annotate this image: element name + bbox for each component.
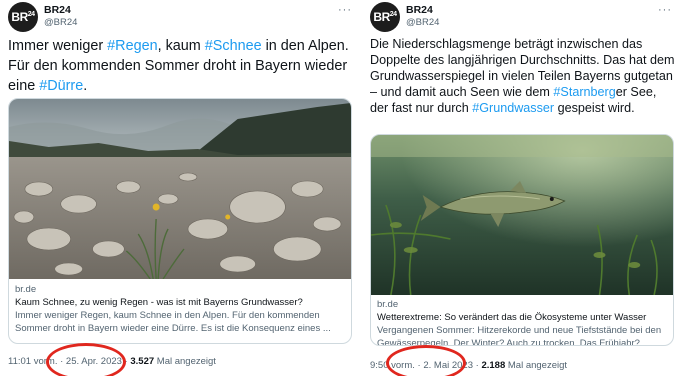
- hashtag-link[interactable]: #Regen: [107, 38, 157, 54]
- tweet-header: BR24 BR24 @BR24 ···: [370, 2, 672, 32]
- hashtag-link[interactable]: #Dürre: [39, 78, 83, 94]
- link-card[interactable]: br.de Kaum Schnee, zu wenig Regen - was …: [8, 98, 352, 344]
- card-title[interactable]: Wetterextreme: So verändert das die Ökos…: [377, 311, 667, 324]
- hashtag-link[interactable]: #Grundwasser: [472, 101, 554, 115]
- link-card[interactable]: br.de Wetterextreme: So verändert das di…: [370, 134, 674, 346]
- card-description: Immer weniger Regen, kaum Schnee in den …: [15, 310, 331, 334]
- author-name[interactable]: BR24: [44, 4, 71, 16]
- tweet-left: BR24 BR24 @BR24 ··· Immer weniger #Regen…: [0, 0, 360, 376]
- author-handle[interactable]: @BR24: [44, 17, 77, 28]
- card-body: br.de Kaum Schnee, zu wenig Regen - was …: [9, 283, 351, 335]
- author-name[interactable]: BR24: [406, 4, 433, 16]
- text-segment: .: [83, 78, 88, 94]
- hashtag-link[interactable]: #Starnberg: [553, 85, 615, 99]
- views-label: Mal angezeigt: [507, 360, 568, 371]
- view-count: 3.527: [130, 356, 155, 367]
- dry-riverbed-image: [9, 99, 351, 279]
- tweet-header: BR24 BR24 @BR24 ···: [8, 2, 352, 32]
- text-segment: gespeist wird.: [554, 101, 635, 115]
- date-highlight-circle: [386, 345, 466, 376]
- avatar[interactable]: BR24: [370, 2, 400, 32]
- card-body: br.de Wetterextreme: So verändert das di…: [371, 298, 673, 346]
- tweet-right: BR24 BR24 @BR24 ··· Die Niederschlagsmen…: [362, 0, 680, 376]
- tweet-text: Immer weniger #Regen, kaum #Schnee in de…: [8, 36, 356, 96]
- text-segment: Immer weniger: [8, 38, 108, 54]
- views-label: Mal angezeigt: [156, 356, 216, 367]
- date-highlight-circle: [46, 343, 126, 376]
- card-description: Vergangenen Sommer: Hitzerekorde und neu…: [377, 325, 662, 346]
- tweet-text: Die Niederschlagsmenge beträgt inzwische…: [370, 36, 678, 116]
- view-count: 2.188: [481, 360, 506, 371]
- text-segment: , kaum: [157, 38, 205, 54]
- hashtag-link[interactable]: #Schnee: [205, 38, 262, 54]
- br24-logo-icon: BR24: [11, 10, 35, 24]
- br24-logo-icon: BR24: [373, 10, 397, 24]
- more-options-icon[interactable]: ···: [658, 4, 672, 16]
- card-domain: br.de: [15, 284, 37, 295]
- card-domain: br.de: [377, 299, 399, 310]
- card-title[interactable]: Kaum Schnee, zu wenig Regen - was ist mi…: [15, 296, 345, 309]
- underwater-pike-image: [371, 135, 673, 295]
- avatar[interactable]: BR24: [8, 2, 38, 32]
- author-handle[interactable]: @BR24: [406, 17, 439, 28]
- more-options-icon[interactable]: ···: [338, 4, 352, 16]
